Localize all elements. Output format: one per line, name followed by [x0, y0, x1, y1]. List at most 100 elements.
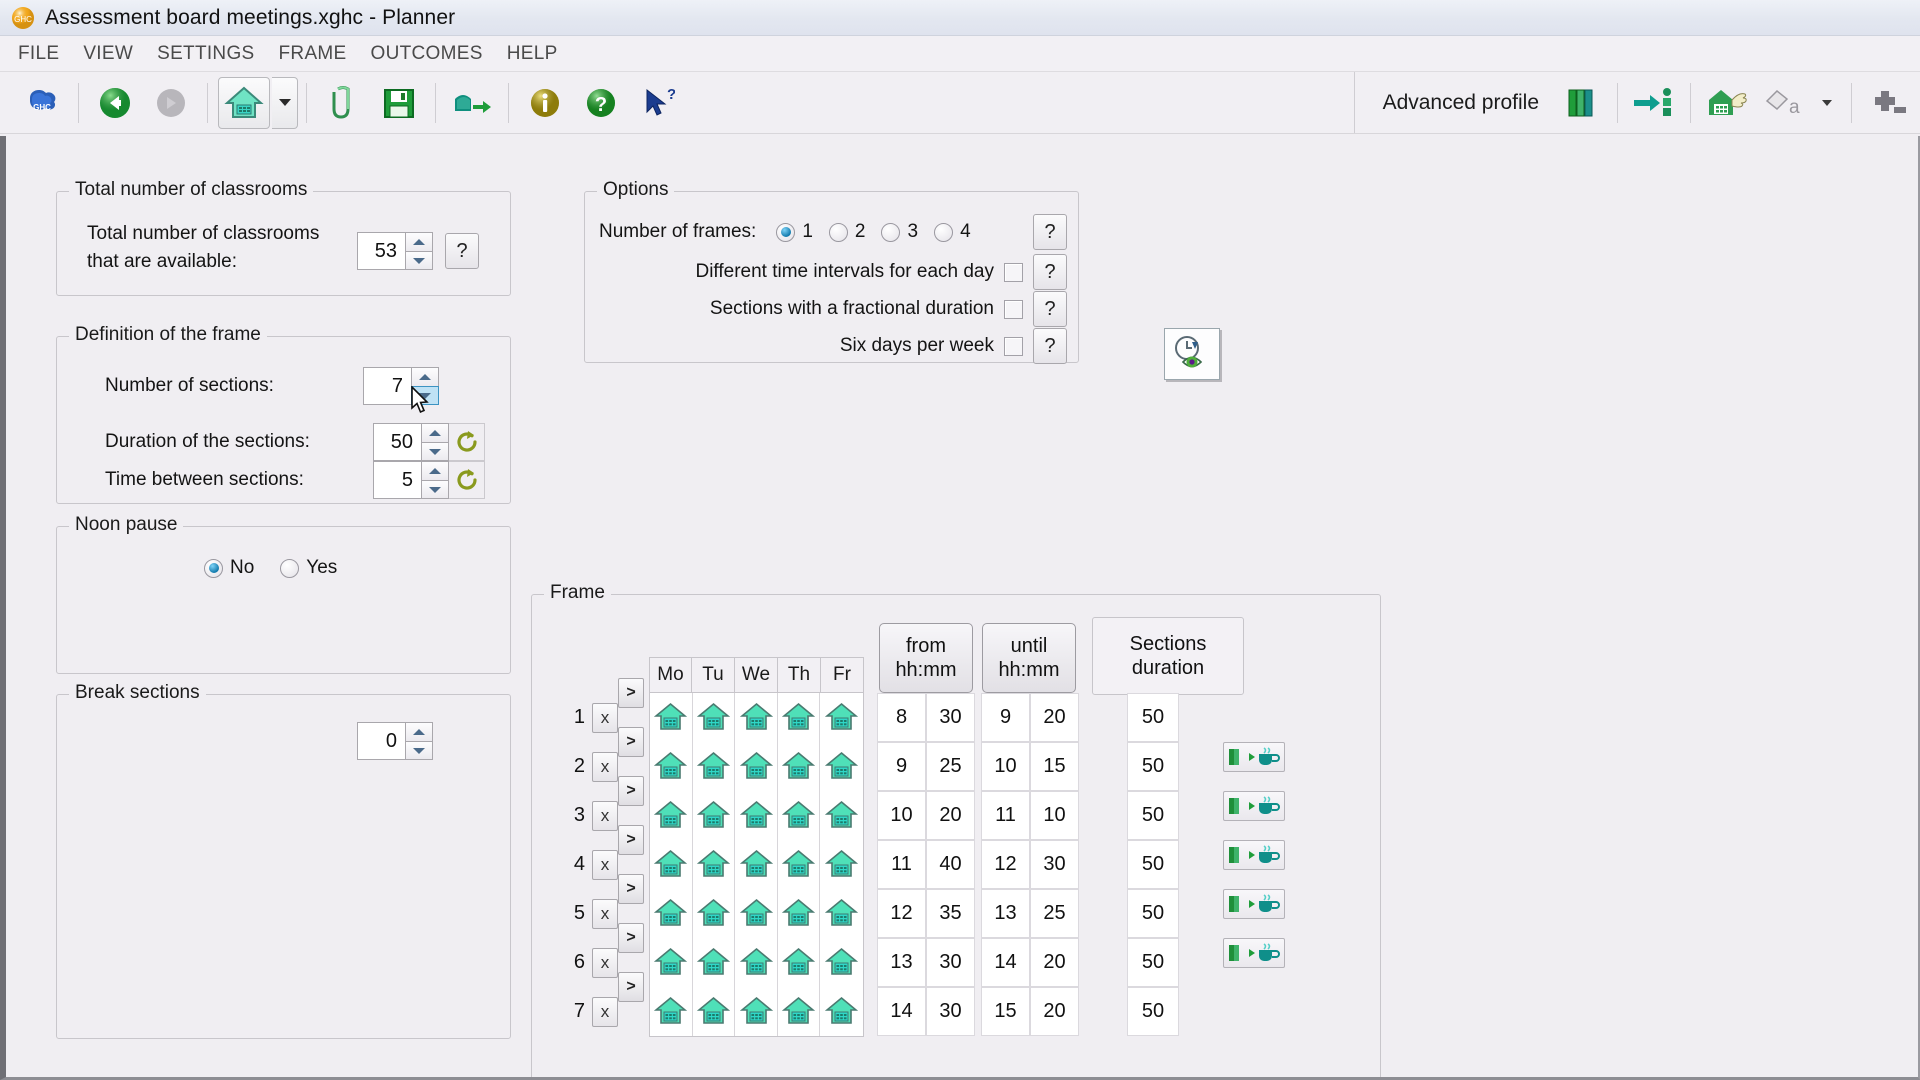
house-cell[interactable] [820, 938, 863, 987]
home-dropdown-button[interactable] [272, 77, 298, 129]
sections-duration-cell[interactable]: 50 [1127, 693, 1179, 742]
info-button[interactable] [519, 77, 571, 129]
classrooms-spinner-up[interactable] [405, 232, 433, 251]
house-cell[interactable] [735, 742, 778, 791]
from-minute-cell[interactable]: 20 [926, 791, 975, 840]
from-minute-cell[interactable]: 40 [926, 840, 975, 889]
until-column-header[interactable]: until hh:mm [982, 623, 1076, 693]
house-cell[interactable] [693, 840, 736, 889]
frames-option-3[interactable]: 3 [881, 221, 918, 243]
radio-icon[interactable] [881, 223, 900, 242]
house-cell[interactable] [650, 840, 693, 889]
until-minute-cell[interactable]: 25 [1030, 889, 1079, 938]
until-hour-cell[interactable]: 10 [981, 742, 1030, 791]
from-hour-cell[interactable]: 14 [877, 987, 926, 1036]
expand-row-button[interactable]: > [618, 825, 644, 855]
from-column-header[interactable]: from hh:mm [879, 623, 973, 693]
frames-option-4[interactable]: 4 [934, 221, 971, 243]
from-hour-cell[interactable]: 9 [877, 742, 926, 791]
time-between-sections-spinner-up[interactable] [421, 461, 449, 480]
insert-break-button[interactable] [1223, 889, 1285, 919]
house-cell[interactable] [650, 938, 693, 987]
preview-timetable-button[interactable] [1164, 328, 1220, 380]
radio-icon[interactable] [934, 223, 953, 242]
house-cell[interactable] [650, 987, 693, 1036]
house-cell[interactable] [820, 889, 863, 938]
menu-view[interactable]: VIEW [83, 41, 147, 67]
frames-option-2[interactable]: 2 [829, 221, 866, 243]
break-sections-value[interactable]: 0 [357, 722, 405, 760]
radio-icon[interactable] [829, 223, 848, 242]
number-of-sections-spinner-down[interactable] [411, 386, 439, 405]
different-intervals-checkbox[interactable] [1004, 263, 1023, 282]
house-cell[interactable] [650, 889, 693, 938]
until-minute-cell[interactable]: 20 [1030, 987, 1079, 1036]
delete-row-button[interactable]: x [592, 899, 618, 929]
assign-teacher-button[interactable] [1628, 77, 1680, 129]
from-hour-cell[interactable]: 12 [877, 889, 926, 938]
noon-pause-no-option[interactable]: No [204, 557, 254, 579]
until-hour-cell[interactable]: 12 [981, 840, 1030, 889]
until-minute-cell[interactable]: 20 [1030, 938, 1079, 987]
number-of-sections-value[interactable]: 7 [363, 367, 411, 405]
house-cell[interactable] [693, 889, 736, 938]
frames-option-1[interactable]: 1 [776, 221, 813, 243]
house-cell[interactable] [820, 693, 863, 742]
sections-duration-cell[interactable]: 50 [1127, 889, 1179, 938]
house-cell[interactable] [735, 938, 778, 987]
duration-of-sections-value[interactable]: 50 [373, 423, 421, 461]
house-cell[interactable] [693, 791, 736, 840]
time-between-sections-value[interactable]: 5 [373, 461, 421, 499]
house-cell[interactable] [650, 791, 693, 840]
export-button[interactable] [446, 77, 498, 129]
radio-icon[interactable] [776, 223, 795, 242]
break-sections-spinner[interactable]: 0 [357, 722, 433, 760]
house-cell[interactable] [778, 840, 821, 889]
ghc-logo-button[interactable]: GHC [16, 77, 68, 129]
house-cell[interactable] [693, 742, 736, 791]
from-minute-cell[interactable]: 30 [926, 938, 975, 987]
eraser-text-button[interactable]: a [1757, 77, 1809, 129]
insert-break-button[interactable] [1223, 840, 1285, 870]
menu-settings[interactable]: SETTINGS [157, 41, 268, 67]
books-button[interactable] [1555, 77, 1607, 129]
time-between-reset-button[interactable] [449, 461, 485, 499]
house-cell[interactable] [778, 693, 821, 742]
number-of-sections-spinner-up[interactable] [411, 367, 439, 386]
noon-pause-yes-option[interactable]: Yes [280, 557, 337, 579]
house-cell[interactable] [820, 742, 863, 791]
until-minute-cell[interactable]: 10 [1030, 791, 1079, 840]
context-help-button[interactable]: ? [631, 77, 683, 129]
delete-row-button[interactable]: x [592, 703, 618, 733]
duration-reset-button[interactable] [449, 423, 485, 461]
menu-help[interactable]: HELP [507, 41, 572, 67]
expand-row-button[interactable]: > [618, 874, 644, 904]
classrooms-value[interactable]: 53 [357, 232, 405, 270]
insert-break-button[interactable] [1223, 742, 1285, 772]
fractional-duration-help-button[interactable]: ? [1033, 291, 1067, 327]
radio-icon[interactable] [280, 559, 299, 578]
from-minute-cell[interactable]: 30 [926, 987, 975, 1036]
break-sections-spinner-up[interactable] [405, 722, 433, 741]
until-hour-cell[interactable]: 9 [981, 693, 1030, 742]
sections-duration-cell[interactable]: 50 [1127, 987, 1179, 1036]
until-hour-cell[interactable]: 14 [981, 938, 1030, 987]
duration-of-sections-spinner[interactable]: 50 [373, 423, 449, 461]
duration-of-sections-spinner-down[interactable] [421, 442, 449, 461]
different-intervals-help-button[interactable]: ? [1033, 254, 1067, 290]
from-hour-cell[interactable]: 8 [877, 693, 926, 742]
save-button[interactable] [373, 77, 425, 129]
six-days-checkbox[interactable] [1004, 337, 1023, 356]
from-minute-cell[interactable]: 35 [926, 889, 975, 938]
from-minute-cell[interactable]: 30 [926, 693, 975, 742]
house-cell[interactable] [693, 938, 736, 987]
sections-duration-cell[interactable]: 50 [1127, 938, 1179, 987]
sections-duration-cell[interactable]: 50 [1127, 791, 1179, 840]
until-hour-cell[interactable]: 15 [981, 987, 1030, 1036]
house-cell[interactable] [735, 791, 778, 840]
delete-row-button[interactable]: x [592, 752, 618, 782]
delete-row-button[interactable]: x [592, 850, 618, 880]
until-minute-cell[interactable]: 30 [1030, 840, 1079, 889]
until-minute-cell[interactable]: 20 [1030, 693, 1079, 742]
house-cell[interactable] [735, 840, 778, 889]
